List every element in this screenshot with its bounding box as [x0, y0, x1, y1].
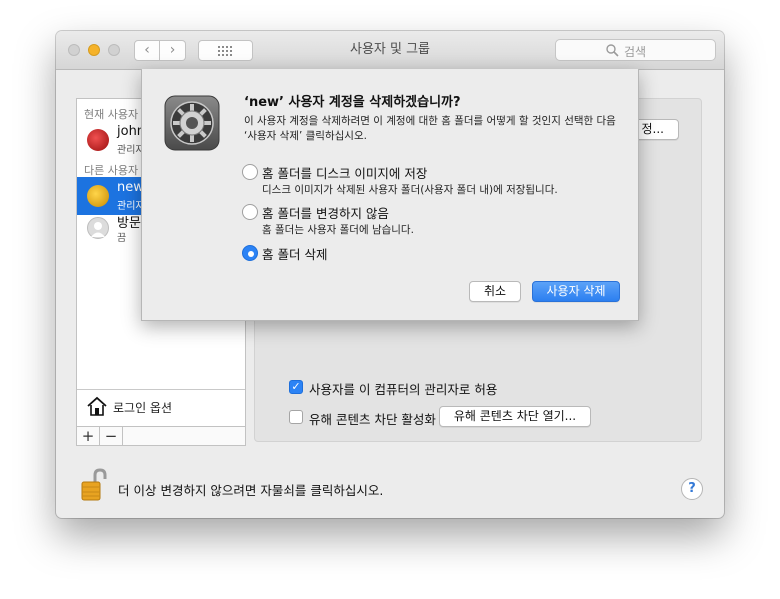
radio-keep-home-folder[interactable] — [242, 204, 258, 220]
option-label: 홈 폴더 삭제 — [262, 247, 328, 262]
search-field[interactable]: 검색 — [555, 39, 716, 61]
login-options-item[interactable]: 로그인 옵션 — [77, 389, 245, 426]
unlocked-padlock-icon[interactable] — [81, 468, 107, 502]
cancel-button[interactable]: 취소 — [469, 281, 521, 302]
parental-controls-label: 유해 콘텐츠 차단 활성화 — [309, 412, 436, 427]
add-user-button[interactable]: + — [77, 427, 100, 445]
search-placeholder: 검색 — [624, 45, 647, 59]
avatar — [87, 185, 109, 207]
dialog-message: 이 사용자 계정을 삭제하려면 이 계정에 대한 홈 폴더를 어떻게 할 것인지… — [244, 115, 616, 142]
avatar — [87, 129, 109, 151]
system-preferences-gear-icon — [164, 95, 220, 151]
title-bar: ‹ › 사용자 및 그룹 검색 — [56, 31, 724, 70]
help-button[interactable]: ? — [681, 478, 703, 500]
user-role: 끔 — [117, 233, 127, 244]
option-label: 홈 폴더를 디스크 이미지에 저장 — [262, 166, 428, 181]
user-name: new — [117, 180, 144, 195]
option-description: 홈 폴더는 사용자 폴더에 남습니다. — [262, 224, 414, 236]
dialog-title: ‘new’ 사용자 계정을 삭제하겠습니까? — [244, 95, 461, 110]
radio-save-disk-image[interactable] — [242, 164, 258, 180]
option-label: 홈 폴더를 변경하지 않음 — [262, 206, 389, 221]
search-icon — [606, 44, 619, 57]
login-options-label: 로그인 옵션 — [113, 401, 173, 415]
radio-delete-home-folder[interactable] — [242, 245, 258, 261]
add-remove-bar: + − — [76, 426, 246, 446]
current-users-header: 현재 사용자 — [84, 108, 139, 121]
option-description: 디스크 이미지가 삭제된 사용자 폴더(사용자 폴더 내)에 저장됩니다. — [262, 184, 558, 196]
other-users-header: 다른 사용자 — [84, 164, 139, 177]
open-parental-controls-button[interactable]: 유해 콘텐츠 차단 열기... — [439, 406, 591, 427]
delete-user-button[interactable]: 사용자 삭제 — [532, 281, 620, 302]
lock-message: 더 이상 변경하지 않으려면 자물쇠를 클릭하십시오. — [118, 483, 384, 498]
remove-user-button[interactable]: − — [100, 427, 123, 445]
house-icon — [87, 396, 107, 416]
parental-controls-checkbox[interactable] — [289, 410, 303, 424]
allow-admin-label: 사용자를 이 컴퓨터의 관리자로 허용 — [309, 382, 498, 397]
allow-admin-checkbox[interactable]: ✓ — [289, 380, 303, 394]
guest-avatar-icon — [87, 217, 109, 239]
delete-user-dialog: ‘new’ 사용자 계정을 삭제하겠습니까? 이 사용자 계정을 삭제하려면 이… — [141, 69, 639, 321]
